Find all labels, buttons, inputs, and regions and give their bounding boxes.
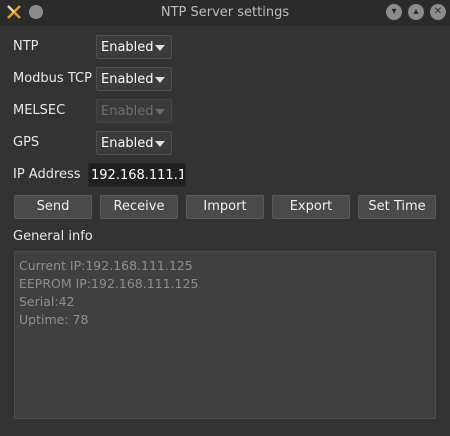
- general-info-box[interactable]: Current IP:192.168.111.125 EEPROM IP:192…: [14, 251, 436, 419]
- minimize-button[interactable]: ▾: [386, 4, 402, 20]
- send-button[interactable]: Send: [14, 195, 92, 219]
- modbus-tcp-label: Modbus TCP: [13, 71, 92, 86]
- title-bar[interactable]: NTP Server settings ▾ ▴ ✕: [0, 0, 450, 26]
- chevron-down-icon: [155, 141, 165, 147]
- eeprom-ip-line: EEPROM IP:192.168.111.125: [19, 276, 199, 291]
- ip-address-field-frame: [88, 163, 186, 187]
- melsec-select-value: Enabled: [101, 104, 154, 119]
- ntp-settings-window: NTP Server settings ▾ ▴ ✕ NTP Enabled Mo…: [0, 0, 450, 436]
- ntp-select[interactable]: Enabled: [96, 35, 172, 59]
- melsec-select: Enabled: [96, 99, 172, 123]
- set-time-button[interactable]: Set Time: [358, 195, 436, 219]
- melsec-label: MELSEC: [13, 103, 66, 118]
- chevron-down-icon: [155, 109, 165, 115]
- maximize-button[interactable]: ▴: [408, 4, 424, 20]
- ntp-label: NTP: [13, 39, 39, 54]
- gps-label: GPS: [13, 135, 40, 150]
- ip-address-input[interactable]: [89, 164, 185, 186]
- modbus-tcp-select[interactable]: Enabled: [96, 67, 172, 91]
- window-title: NTP Server settings: [160, 5, 290, 20]
- modbus-tcp-select-value: Enabled: [101, 72, 154, 87]
- export-button[interactable]: Export: [272, 195, 350, 219]
- ip-address-label: IP Address: [13, 167, 81, 182]
- general-info-label: General info: [13, 229, 93, 244]
- ntp-select-value: Enabled: [101, 40, 154, 55]
- serial-line: Serial:42: [19, 294, 75, 309]
- chevron-down-icon: [155, 77, 165, 83]
- gps-select[interactable]: Enabled: [96, 131, 172, 155]
- import-button[interactable]: Import: [186, 195, 264, 219]
- uptime-line: Uptime: 78: [19, 312, 89, 327]
- current-ip-line: Current IP:192.168.111.125: [19, 258, 193, 273]
- close-button[interactable]: ✕: [430, 4, 446, 20]
- gps-select-value: Enabled: [101, 136, 154, 151]
- chevron-down-icon: [155, 45, 165, 51]
- receive-button[interactable]: Receive: [100, 195, 178, 219]
